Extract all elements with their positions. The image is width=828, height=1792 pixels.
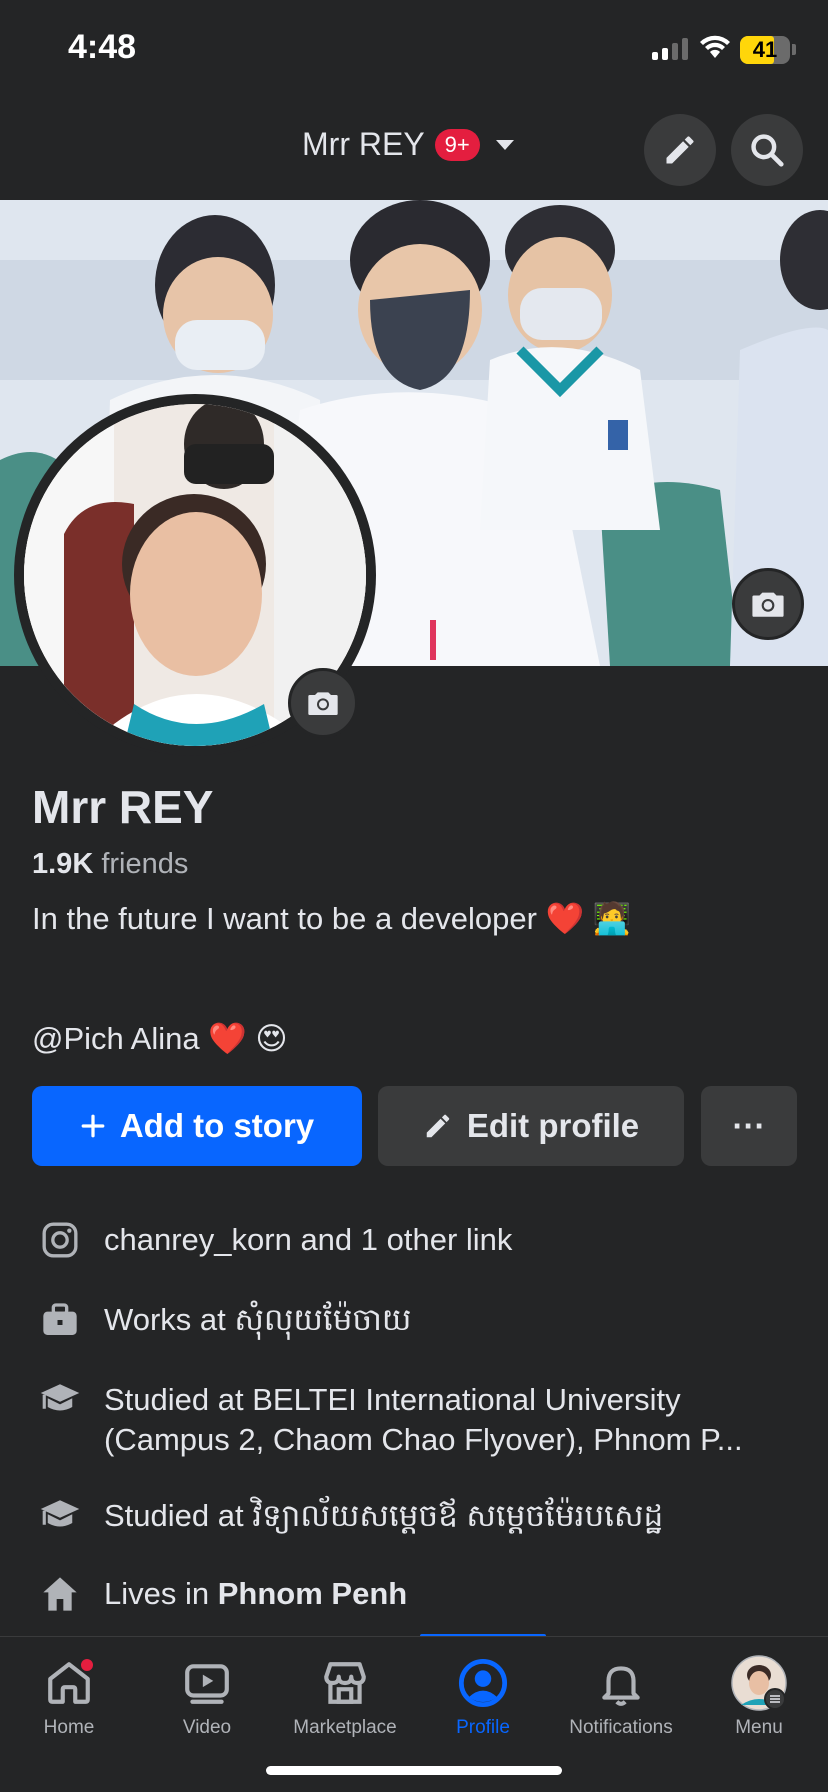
profile-header: Mrr REY 9+: [0, 100, 828, 200]
residence-prefix: Lives in: [104, 1576, 210, 1611]
profile-picture-camera-button[interactable]: [288, 668, 358, 738]
bell-icon: [593, 1655, 649, 1711]
edit-button[interactable]: [644, 114, 716, 186]
instagram-icon: [38, 1218, 82, 1262]
header-title: Mrr REY: [302, 126, 425, 162]
nav-profile-label: Profile: [456, 1717, 510, 1738]
detail-links-text: chanrey_korn and 1 other link: [104, 1222, 513, 1257]
home-icon: [41, 1655, 97, 1711]
pencil-icon: [666, 136, 694, 164]
cover-camera-button[interactable]: [732, 568, 804, 640]
home-indicator: [266, 1766, 562, 1775]
marketplace-icon: [317, 1655, 373, 1711]
home-notification-dot: [79, 1657, 95, 1673]
battery-icon: 41: [740, 36, 790, 64]
pencil-icon: [426, 1114, 450, 1138]
profile-icon: [455, 1655, 511, 1711]
friends-number: 1.9K: [32, 848, 94, 880]
nav-menu[interactable]: Menu: [690, 1655, 828, 1739]
nav-menu-label: Menu: [735, 1717, 783, 1738]
edit-profile-button[interactable]: Edit profile: [378, 1086, 684, 1166]
edit-profile-label: Edit profile: [466, 1107, 640, 1144]
chevron-down-icon: [495, 139, 514, 150]
nav-home-label: Home: [43, 1717, 95, 1738]
more-options-button[interactable]: ···: [701, 1086, 797, 1166]
profile-name: Mrr REY: [32, 781, 214, 833]
nav-marketplace[interactable]: Marketplace: [276, 1655, 414, 1739]
status-time: 4:48: [68, 28, 137, 66]
video-icon: [179, 1655, 235, 1711]
account-switcher[interactable]: Mrr REY 9+: [302, 126, 514, 163]
nav-video[interactable]: Video: [138, 1655, 276, 1739]
search-button[interactable]: [731, 114, 803, 186]
friends-count[interactable]: 1.9K friends: [32, 848, 188, 881]
camera-icon: [752, 592, 784, 617]
nav-profile[interactable]: Profile: [414, 1655, 552, 1739]
notification-badge: 9+: [434, 128, 480, 161]
menu-avatar: [731, 1655, 787, 1711]
search-icon: [751, 134, 784, 167]
nav-video-label: Video: [182, 1717, 232, 1738]
graduation-cap-icon: [38, 1378, 82, 1422]
more-icon: ···: [732, 1107, 766, 1144]
cellular-signal-icon: [652, 38, 688, 60]
nav-notifications-label: Notifications: [569, 1717, 673, 1738]
briefcase-icon: [38, 1298, 82, 1342]
nav-notifications[interactable]: Notifications: [552, 1655, 690, 1739]
detail-education-1-text: Studied at BELTEI International Universi…: [104, 1382, 743, 1457]
camera-icon: [308, 692, 338, 715]
nav-marketplace-label: Marketplace: [293, 1717, 397, 1738]
detail-education-2-text: Studied at វិទ្យាល័យសម្តេចឪ សម្តេចម៉ែរបស…: [104, 1498, 664, 1533]
wifi-icon: [700, 35, 730, 58]
graduation-cap-icon: [38, 1494, 82, 1538]
house-icon: [38, 1572, 82, 1616]
residence-city: Phnom Penh: [217, 1576, 408, 1611]
detail-work-text: Works at សុំលុយម៉ែចាយ: [104, 1302, 412, 1337]
detail-residence-text: Lives in Phnom Penh: [104, 1574, 804, 1614]
plus-icon: [81, 1114, 105, 1138]
add-to-story-label: Add to story: [119, 1107, 315, 1144]
status-bar: 4:48 41: [0, 0, 828, 100]
battery-level: 41: [752, 37, 778, 62]
add-to-story-button[interactable]: Add to story: [32, 1086, 362, 1166]
nav-home[interactable]: Home: [0, 1655, 138, 1739]
bio-line-2: @Pich Alina ❤️ 😍: [32, 1021, 288, 1056]
bio-line-1: In the future I want to be a developer ❤…: [32, 901, 632, 936]
friends-label: friends: [101, 848, 189, 880]
